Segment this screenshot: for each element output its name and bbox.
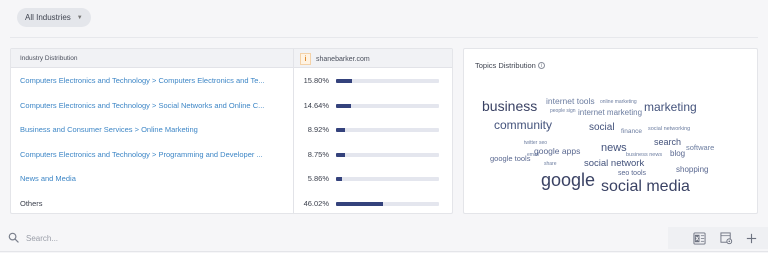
topic-word[interactable]: online marketing (600, 100, 637, 105)
table-row: News and Media 5.86% (11, 167, 452, 191)
add-icon[interactable] (745, 232, 758, 245)
share-bar (336, 104, 439, 108)
topic-word[interactable]: seo tools (618, 170, 646, 177)
industry-percent: 14.64% (303, 101, 329, 110)
industry-category-link[interactable]: Computers Electronics and Technology > P… (20, 150, 288, 159)
table-row: Others 46.02% (11, 192, 452, 216)
topics-distribution-card: Topics Distribution i business internet t… (463, 48, 758, 214)
industry-distribution-header: Industry Distribution (20, 55, 78, 62)
industry-category-link[interactable]: Business and Consumer Services > Online … (20, 125, 288, 134)
share-bar-fill (336, 202, 384, 206)
topic-word[interactable]: shopping (676, 166, 708, 174)
chevron-down-icon: ▼ (76, 14, 83, 21)
topic-word[interactable]: social network (584, 159, 644, 169)
table-row: Business and Consumer Services > Online … (11, 118, 452, 142)
topic-word[interactable]: seo (539, 141, 547, 146)
industry-filter-label: All Industries (25, 13, 71, 22)
industry-percent: 5.86% (307, 174, 329, 183)
table-row: Computers Electronics and Technology > P… (11, 143, 452, 167)
site-column-header: i shanebarker.com (300, 53, 370, 65)
share-bar-fill (336, 153, 345, 157)
search-divider (0, 251, 768, 252)
table-row: Computers Electronics and Technology > C… (11, 69, 452, 93)
topic-word[interactable]: google apps (534, 147, 580, 156)
share-bar-fill (336, 128, 346, 132)
industry-distribution-card: Industry Distribution i shanebarker.com … (10, 48, 453, 214)
topic-word[interactable]: social (589, 123, 615, 133)
topic-word[interactable]: google (541, 171, 595, 189)
share-bar (336, 153, 439, 157)
industry-category-link[interactable]: News and Media (20, 174, 288, 183)
industry-percent: 8.92% (307, 125, 329, 134)
topics-word-cloud: business internet tools online marketing ma… (464, 49, 757, 213)
share-bar-fill (336, 79, 353, 83)
search-bar (0, 224, 768, 253)
topic-word[interactable]: email (527, 153, 539, 158)
table-row: Computers Electronics and Technology > S… (11, 94, 452, 118)
industry-category-link[interactable]: Computers Electronics and Technology > S… (20, 101, 288, 110)
topic-word[interactable]: social networking (648, 126, 690, 133)
table-tools (668, 227, 768, 249)
topic-word[interactable]: people sign (550, 109, 576, 114)
share-bar (336, 79, 439, 83)
share-bar-fill (336, 104, 352, 108)
topic-word[interactable]: news (601, 143, 627, 154)
column-settings-icon[interactable] (720, 232, 733, 245)
topic-word[interactable]: search (654, 138, 681, 147)
topic-word[interactable]: internet tools (546, 97, 595, 106)
topic-word[interactable]: google tools (490, 155, 530, 163)
topic-word[interactable]: business news (626, 152, 662, 159)
topic-word[interactable]: social media (601, 179, 690, 195)
topic-word[interactable]: blog (670, 150, 685, 158)
industry-filter-dropdown[interactable]: All Industries ▼ (17, 8, 91, 27)
topic-word[interactable]: share (544, 162, 557, 167)
topic-word[interactable]: community (494, 119, 552, 131)
industry-percent: 46.02% (303, 199, 329, 208)
topic-word[interactable]: internet marketing (578, 109, 642, 117)
topic-word[interactable]: marketing (644, 101, 697, 113)
share-bar (336, 128, 439, 132)
search-input[interactable] (26, 230, 226, 246)
excel-export-icon[interactable] (693, 232, 706, 245)
site-favicon-icon: i (300, 53, 311, 65)
industry-category-label: Others (20, 199, 43, 208)
table-header: Industry Distribution i shanebarker.com (11, 49, 452, 68)
site-name: shanebarker.com (316, 55, 370, 63)
industry-percent: 15.80% (303, 76, 329, 85)
industry-percent: 8.75% (307, 150, 329, 159)
topic-word[interactable]: business (482, 99, 537, 113)
share-bar (336, 202, 439, 206)
search-icon (8, 232, 19, 243)
topic-word[interactable]: software (686, 144, 714, 152)
top-divider (10, 37, 758, 38)
share-bar (336, 177, 439, 181)
industry-category-link[interactable]: Computers Electronics and Technology > C… (20, 76, 288, 85)
topic-word[interactable]: twitter (524, 141, 537, 146)
topic-word[interactable]: finance (621, 128, 642, 136)
share-bar-fill (336, 177, 343, 181)
